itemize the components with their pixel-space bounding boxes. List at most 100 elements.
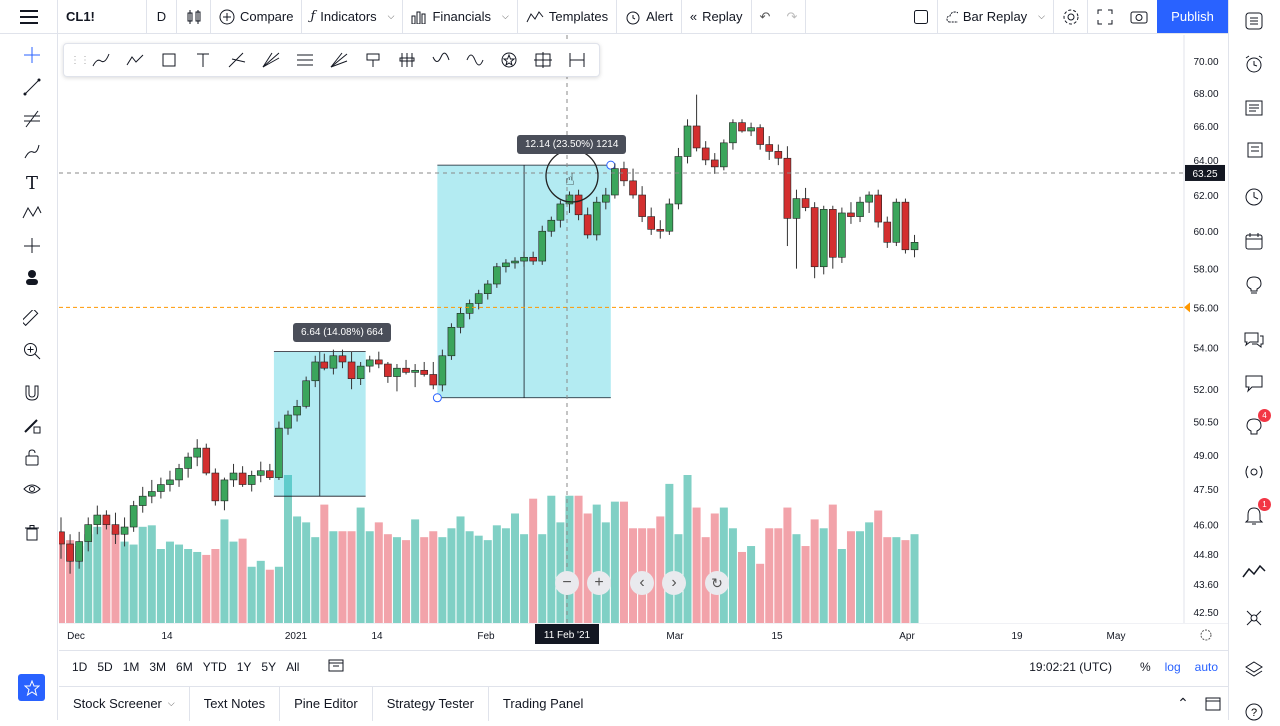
brush-icon[interactable] <box>18 138 46 164</box>
range-5d[interactable]: 5D <box>92 660 117 674</box>
reset-chart-button[interactable]: ↻ <box>705 571 729 595</box>
chat-bubble-icon[interactable] <box>1239 369 1269 397</box>
prediction-icon[interactable] <box>18 232 46 258</box>
pitchfork-tool-icon[interactable] <box>220 45 254 75</box>
range-1m[interactable]: 1M <box>118 660 145 674</box>
chart-type-button[interactable] <box>177 0 211 34</box>
range-ytd[interactable]: YTD <box>198 660 232 674</box>
fib-retracement-icon[interactable] <box>288 45 322 75</box>
auto-toggle[interactable]: auto <box>1195 660 1218 674</box>
brush-tool-icon[interactable] <box>84 45 118 75</box>
drag-handle-icon[interactable]: ⋮⋮ <box>70 55 90 66</box>
tab-text-notes[interactable]: Text Notes <box>190 686 281 721</box>
polyline-tool-icon[interactable] <box>118 45 152 75</box>
range-1d[interactable]: 1D <box>67 660 92 674</box>
fullscreen-button[interactable] <box>1088 0 1122 34</box>
templates-button[interactable]: Templates <box>518 0 618 34</box>
favorites-star-button[interactable] <box>18 674 45 701</box>
settings-button[interactable] <box>1054 0 1088 34</box>
range-5y[interactable]: 5Y <box>256 660 281 674</box>
fan-tool-icon[interactable] <box>322 45 356 75</box>
calendar-icon[interactable] <box>1239 227 1269 255</box>
curve-tool-icon[interactable] <box>424 45 458 75</box>
range-6m[interactable]: 6M <box>171 660 198 674</box>
text-box-tool-icon[interactable] <box>186 45 220 75</box>
fib-tools-icon[interactable] <box>18 106 46 132</box>
tab-pine-editor[interactable]: Pine Editor <box>280 686 373 721</box>
calendar-clock-icon[interactable] <box>1239 183 1269 211</box>
price-chart[interactable]: ☝ 63.25 70.00 68.00 66.00 64.00 62.00 60.00 58.… <box>59 35 1228 623</box>
gann-fan-icon[interactable] <box>254 45 288 75</box>
eye-icon[interactable] <box>18 476 46 502</box>
object-tree-icon[interactable] <box>1239 604 1269 632</box>
zoom-in-button[interactable]: + <box>587 571 611 595</box>
help-icon[interactable]: ? <box>1239 698 1269 726</box>
text-tool-icon[interactable]: T <box>18 170 46 196</box>
pencil-lock-icon[interactable] <box>18 412 46 438</box>
ideas-lightbulb-icon[interactable] <box>1239 271 1269 299</box>
log-toggle[interactable]: log <box>1165 660 1181 674</box>
zoom-out-button[interactable]: − <box>555 571 579 595</box>
maximize-panel-button[interactable] <box>1198 697 1228 711</box>
ruler-icon[interactable] <box>18 306 46 332</box>
chats-icon[interactable] <box>1239 326 1269 354</box>
hotlist-icon[interactable] <box>1239 136 1269 164</box>
scroll-left-button[interactable]: ‹ <box>630 571 654 595</box>
alert-button[interactable]: Alert <box>617 0 682 34</box>
magnet-icon[interactable] <box>18 380 46 406</box>
date-range-picker-button[interactable] <box>328 658 348 675</box>
trading-icon[interactable] <box>1239 557 1269 585</box>
data-window-icon[interactable] <box>1239 94 1269 122</box>
cross-box-tool-icon[interactable] <box>526 45 560 75</box>
rectangle-tool-icon[interactable] <box>152 45 186 75</box>
tab-trading-panel[interactable]: Trading Panel <box>489 687 597 721</box>
sine-tool-icon[interactable] <box>458 45 492 75</box>
zoom-in-icon[interactable] <box>18 338 46 364</box>
scroll-right-button[interactable]: › <box>662 571 686 595</box>
icons-tool-icon[interactable] <box>18 264 46 290</box>
range-tool-icon[interactable] <box>390 45 424 75</box>
range-1y[interactable]: 1Y <box>232 660 257 674</box>
notifications-bell-icon[interactable]: 1 <box>1239 498 1271 530</box>
tab-stock-screener[interactable]: Stock Screener ⌵ <box>59 686 190 721</box>
interval-button[interactable]: D <box>147 0 177 34</box>
crosshair-icon[interactable] <box>18 42 46 68</box>
redo-button[interactable]: ↷ <box>778 0 807 34</box>
chevron-down-icon: ⌵ <box>167 698 175 708</box>
replay-button[interactable]: « Replay <box>682 0 752 34</box>
watchlist-icon[interactable] <box>1239 7 1269 35</box>
sticker-tool-icon[interactable] <box>492 45 526 75</box>
tab-strategy-tester[interactable]: Strategy Tester <box>373 686 489 721</box>
collapse-panel-button[interactable]: ⌃ <box>1168 695 1198 712</box>
tab-label: Text Notes <box>203 696 266 711</box>
bar-replay-button[interactable]: Bar Replay ⌵ <box>938 0 1054 34</box>
symbol-search-button[interactable]: CL1! <box>58 0 147 34</box>
clock-label[interactable]: 19:02:21 (UTC) <box>1029 660 1112 674</box>
indicators-button[interactable]: ƒ Indicators ⌵ <box>302 0 404 34</box>
compare-button[interactable]: Compare <box>211 0 303 34</box>
layers-icon[interactable] <box>1239 656 1269 684</box>
ideas-stream-icon[interactable]: 4 <box>1239 409 1271 441</box>
alerts-clock-icon[interactable] <box>1239 50 1269 78</box>
layout-button[interactable] <box>904 0 938 34</box>
volume-bar <box>456 516 465 623</box>
menu-button[interactable] <box>0 0 58 34</box>
lock-icon[interactable] <box>18 444 46 470</box>
chevron-down-icon: ⌵ <box>387 11 395 21</box>
publish-button[interactable]: Publish <box>1157 0 1228 33</box>
undo-button[interactable]: ↶ <box>752 0 779 34</box>
patterns-icon[interactable] <box>18 200 46 226</box>
streams-icon[interactable] <box>1239 458 1269 486</box>
snapshot-button[interactable] <box>1122 0 1156 34</box>
range-3m[interactable]: 3M <box>144 660 171 674</box>
signpost-tool-icon[interactable] <box>356 45 390 75</box>
plus-circle-icon <box>219 9 235 24</box>
percent-toggle[interactable]: % <box>1140 660 1151 674</box>
measure-tool-icon[interactable] <box>560 45 594 75</box>
financials-button[interactable]: Financials ⌵ <box>403 0 518 34</box>
volume-bar <box>728 528 737 623</box>
trend-line-icon[interactable] <box>18 74 46 100</box>
range-all[interactable]: All <box>281 660 304 674</box>
volume-bar <box>347 531 356 623</box>
trash-icon[interactable] <box>18 520 46 546</box>
